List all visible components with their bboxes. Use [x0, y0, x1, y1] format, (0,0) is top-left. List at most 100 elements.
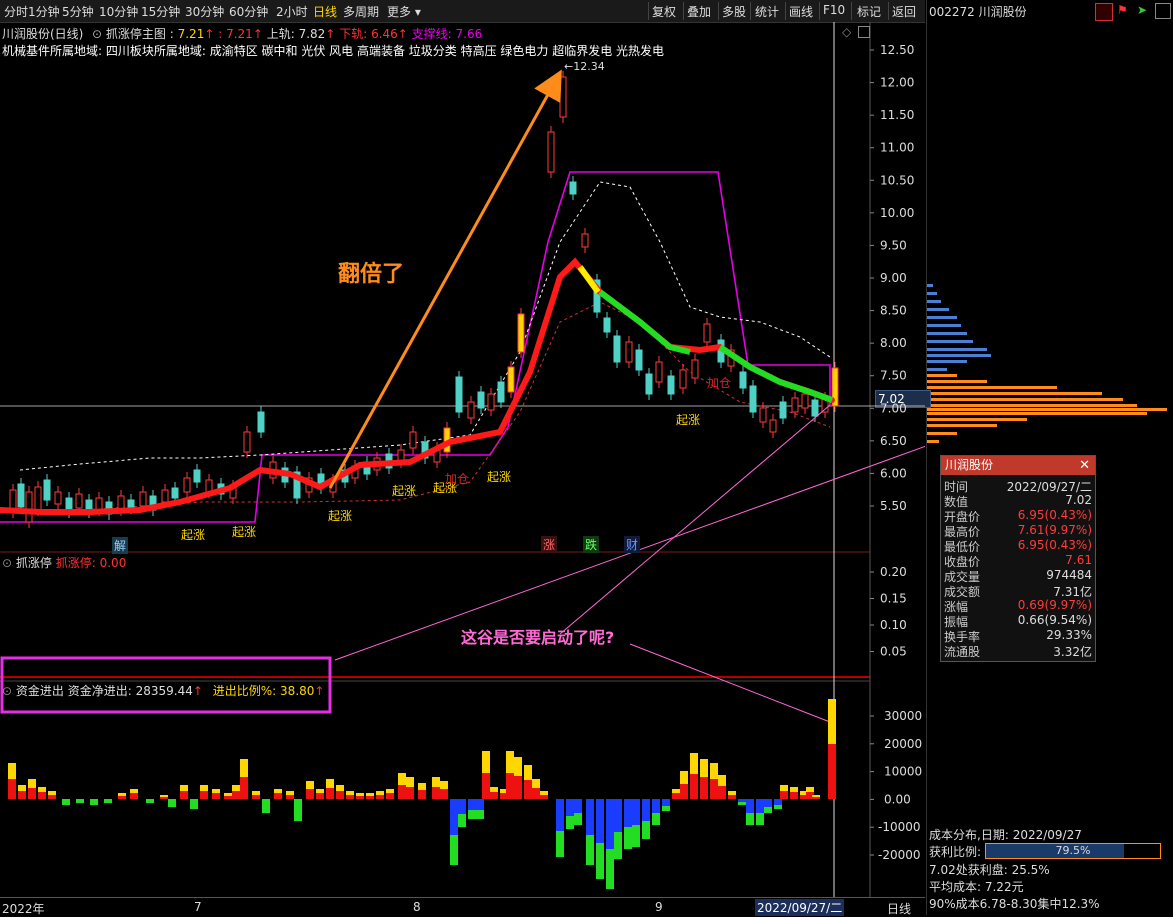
period-tab[interactable]: 60分钟 — [229, 3, 268, 20]
maximize-icon[interactable] — [858, 26, 870, 38]
outflow-bar-bottom — [606, 849, 614, 889]
date-axis: 2022年 7 8 9 2022/09/27/二 日线 — [0, 897, 925, 916]
candle-body — [779, 401, 787, 419]
overlay-button[interactable]: 叠加 — [687, 3, 711, 20]
candle-body — [497, 381, 505, 403]
statistics-button[interactable]: 统计 — [755, 3, 779, 20]
period-tab[interactable]: 30分钟 — [185, 3, 224, 20]
mark-button[interactable]: 标记 — [857, 3, 881, 20]
f10-icon[interactable] — [1095, 3, 1113, 21]
sector-line: 机械基件所属地域: 四川板块所属地域: 成渝特区 碳中和 光伏 风电 高端装备 … — [2, 44, 665, 58]
info-row: 最高价 7.61(9.97%) — [944, 523, 1092, 539]
info-row: 成交额 7.31亿 — [944, 583, 1092, 599]
inflow-bar — [130, 793, 138, 799]
info-row: 振幅 0.66(9.54%) — [944, 613, 1092, 629]
candle-body — [655, 361, 663, 383]
candle-body — [613, 335, 621, 363]
cost-bar — [927, 412, 1147, 415]
period-toolbar: 分时 1分钟 5分钟 10分钟 15分钟 30分钟 60分钟 2小时 日线 多周… — [0, 0, 925, 23]
inflow-bar — [680, 784, 688, 799]
inflow-bar-top — [8, 763, 16, 779]
period-tab-active[interactable]: 日线 — [313, 3, 337, 20]
outflow-bar — [774, 799, 782, 805]
sub2-axis: 30000 20000 10000 0.00 -10000 -20000 — [870, 709, 922, 862]
outflow-bar-bottom — [614, 832, 622, 859]
inflow-bar-top — [700, 759, 708, 777]
inflow-bar-top — [240, 759, 248, 777]
settings-icon[interactable] — [1155, 3, 1171, 19]
cost-bar — [927, 316, 957, 319]
inflow-bar — [356, 796, 364, 799]
cost-bar — [927, 398, 1123, 401]
die-badge[interactable]: 跌 — [583, 536, 600, 553]
draw-line-button[interactable]: 画线 — [789, 3, 813, 20]
inflow-bar-top — [680, 771, 688, 784]
signal-jiacang: 加仓 — [445, 472, 470, 486]
inflow-bar — [306, 789, 314, 799]
period-tab[interactable]: 5分钟 — [62, 3, 94, 20]
outflow-bar — [566, 799, 574, 816]
inflow-bar-top — [316, 789, 324, 793]
period-tab[interactable]: 15分钟 — [141, 3, 180, 20]
inflow-bar-top — [118, 793, 126, 796]
period-tab[interactable]: 多周期 — [343, 3, 379, 20]
inflow-bar-top — [514, 757, 522, 776]
price-tick-label: 12.50 — [880, 43, 914, 57]
period-tab[interactable]: 分时 — [4, 3, 28, 20]
pointer-line — [559, 404, 831, 635]
diamond-icon[interactable]: ◇ — [842, 25, 851, 39]
outflow-bar — [262, 799, 270, 813]
fuquan-button[interactable]: 复权 — [652, 3, 676, 20]
inflow-bar — [48, 795, 56, 799]
signal-qizhang: 起涨 — [232, 525, 257, 539]
peak-price-prefix: ← — [564, 60, 574, 73]
more-menu[interactable]: 更多 ▾ — [387, 3, 421, 20]
outflow-bar — [458, 799, 466, 814]
candle-body — [507, 366, 515, 393]
cost-bar — [927, 308, 949, 311]
cost-bar — [927, 408, 1167, 411]
outflow-bar — [556, 799, 564, 831]
f10-button[interactable]: F10 — [823, 3, 845, 17]
multi-stock-button[interactable]: 多股 — [722, 3, 746, 20]
candle-body — [749, 385, 757, 413]
inflow-bar-top — [406, 777, 414, 787]
outflow-bar — [632, 799, 640, 825]
inflow-bar — [180, 791, 188, 799]
sub1-name: 抓涨停 — [15, 556, 52, 570]
candle-body — [409, 431, 417, 449]
kline-chart[interactable]: 12.50 12.00 11.50 11.00 10.50 10.00 9.50 9.00 8.… — [0, 22, 925, 915]
period-tab[interactable]: 10分钟 — [99, 3, 138, 20]
inflow-bar-top — [490, 787, 498, 792]
peak-price-label: ←12.34 — [564, 60, 605, 73]
cost-bar — [927, 432, 957, 435]
candle-body — [257, 411, 265, 433]
cost-bar — [927, 424, 997, 427]
candle-body — [679, 369, 687, 389]
back-button[interactable]: 返回 — [892, 3, 916, 20]
candle-body — [25, 491, 33, 523]
indicator-name: 抓涨停主图 — [105, 27, 166, 41]
cai-badge[interactable]: 财 — [624, 536, 641, 553]
price-tick-label: 11.00 — [880, 141, 914, 155]
outflow-bar-bottom — [458, 814, 466, 827]
inflow-bar-top — [326, 779, 334, 788]
candle-body — [467, 401, 475, 419]
price-axis: 12.50 12.00 11.50 11.00 10.50 10.00 9.50 9.00 8.… — [870, 43, 914, 513]
zhang-badge[interactable]: 涨 — [541, 536, 558, 553]
flag-icon[interactable]: ⚑ — [1117, 3, 1128, 17]
period-tab[interactable]: 1分钟 — [28, 3, 60, 20]
jie-badge[interactable]: 解 — [112, 537, 129, 554]
inflow-bar — [326, 788, 334, 799]
inflow-bar-top — [728, 791, 736, 795]
candle-body — [667, 375, 675, 395]
period-tab[interactable]: 2小时 — [276, 3, 308, 20]
outflow-bar-bottom — [556, 831, 564, 857]
cost-bar — [927, 300, 941, 303]
close-icon[interactable]: ✕ — [1079, 456, 1090, 475]
sub1-axis: 0.20 0.15 0.10 0.05 — [870, 565, 907, 659]
outflow-bar-bottom — [642, 821, 650, 839]
arrow-icon[interactable]: ➤ — [1137, 3, 1147, 17]
signal-qizhang: 起涨 — [392, 484, 417, 498]
inflow-bar-top — [806, 787, 814, 792]
